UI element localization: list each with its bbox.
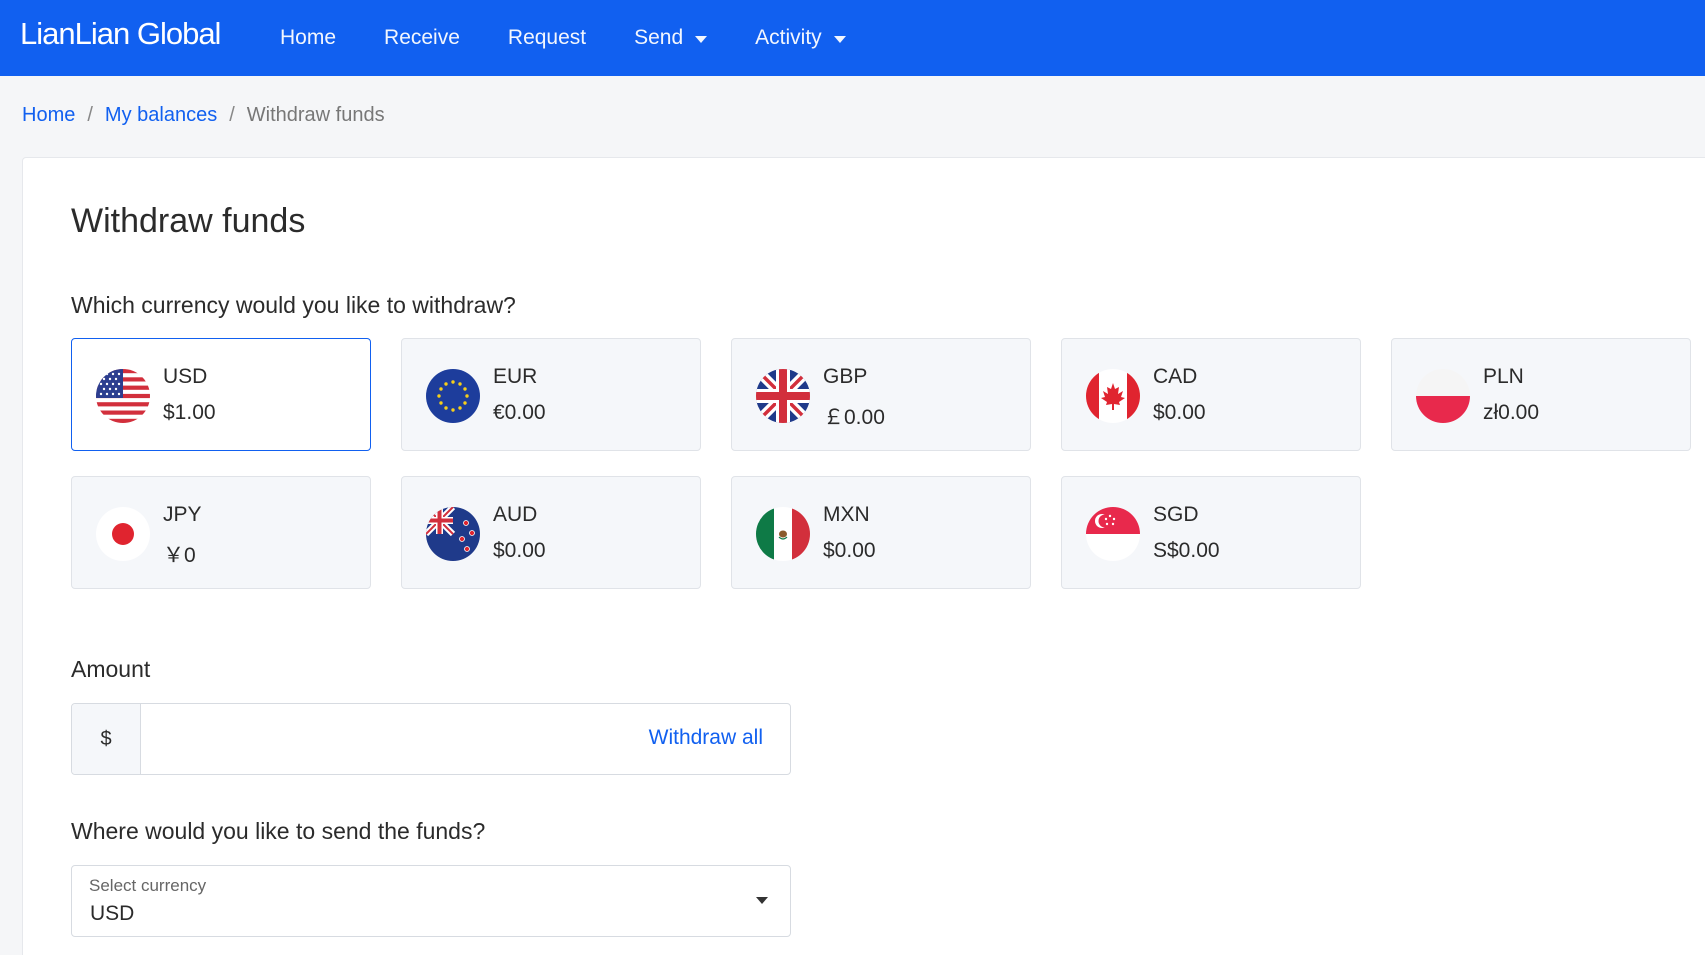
currency-balance: zł0.00 bbox=[1483, 401, 1540, 424]
currency-option-sgd[interactable]: SGD S$0.00 bbox=[1061, 476, 1361, 589]
breadcrumb-my-balances[interactable]: My balances bbox=[105, 104, 217, 127]
currency-question: Which currency would you like to withdra… bbox=[71, 292, 516, 318]
breadcrumb-current: Withdraw funds bbox=[246, 104, 385, 126]
select-value: USD bbox=[90, 902, 135, 925]
currency-code: CAD bbox=[1153, 365, 1198, 388]
select-label: Select currency bbox=[89, 876, 207, 895]
canada-flag-icon bbox=[1086, 369, 1140, 423]
currency-code: USD bbox=[163, 365, 208, 388]
currency-balance: S$0.00 bbox=[1153, 539, 1220, 562]
currency-option-aud[interactable]: AUD $0.00 bbox=[401, 476, 701, 589]
destination-currency-select[interactable]: Select currency USD bbox=[71, 865, 791, 937]
breadcrumb-home[interactable]: Home bbox=[22, 104, 75, 127]
currency-symbol-prefix: $ bbox=[72, 704, 141, 774]
currency-option-cad[interactable]: CAD $0.00 bbox=[1061, 338, 1361, 451]
nav-item-activity[interactable]: Activity bbox=[755, 26, 846, 50]
currency-option-gbp[interactable]: GBP ￡0.00 bbox=[731, 338, 1031, 451]
nav-item-request[interactable]: Request bbox=[508, 26, 586, 50]
currency-balance: €0.00 bbox=[493, 401, 546, 424]
us-flag-icon bbox=[96, 369, 150, 423]
amount-input[interactable] bbox=[142, 704, 622, 774]
uk-flag-icon bbox=[756, 369, 810, 423]
breadcrumb-separator: / bbox=[229, 104, 235, 126]
chevron-down-icon bbox=[695, 35, 708, 43]
amount-label: Amount bbox=[71, 656, 151, 682]
currency-code: AUD bbox=[493, 503, 538, 526]
currency-option-mxn[interactable]: MXN $0.00 bbox=[731, 476, 1031, 589]
currency-code: PLN bbox=[1483, 365, 1524, 388]
currency-code: MXN bbox=[823, 503, 870, 526]
top-navbar: LianLian Global Home Receive Request Sen… bbox=[0, 0, 1705, 76]
mexico-flag-icon bbox=[756, 507, 810, 561]
brand-logo[interactable]: LianLian Global bbox=[20, 16, 221, 52]
poland-flag-icon bbox=[1416, 369, 1470, 423]
breadcrumb-separator: / bbox=[87, 104, 93, 126]
destination-question: Where would you like to send the funds? bbox=[71, 818, 486, 844]
nav-item-send[interactable]: Send bbox=[634, 26, 708, 50]
currency-balance: $0.00 bbox=[493, 539, 546, 562]
currency-balance: ￡0.00 bbox=[823, 406, 885, 429]
breadcrumb: Home / My balances / Withdraw funds bbox=[22, 104, 385, 127]
currency-code: EUR bbox=[493, 365, 538, 388]
currency-option-jpy[interactable]: JPY ￥0 bbox=[71, 476, 371, 589]
amount-input-group: $ Withdraw all bbox=[71, 703, 791, 775]
withdraw-all-link[interactable]: Withdraw all bbox=[649, 726, 763, 750]
currency-balance: $0.00 bbox=[1153, 401, 1206, 424]
currency-option-eur[interactable]: EUR €0.00 bbox=[401, 338, 701, 451]
nav-item-home[interactable]: Home bbox=[280, 26, 336, 50]
australia-flag-icon bbox=[426, 507, 480, 561]
currency-balance: $0.00 bbox=[823, 539, 876, 562]
currency-code: JPY bbox=[163, 503, 202, 526]
nav-item-label: Home bbox=[280, 26, 337, 49]
currency-code: GBP bbox=[823, 365, 868, 388]
currency-balance: ￥0 bbox=[163, 544, 196, 567]
nav-item-label: Activity bbox=[755, 26, 822, 49]
currency-option-pln[interactable]: PLN zł0.00 bbox=[1391, 338, 1691, 451]
page-title: Withdraw funds bbox=[71, 202, 306, 240]
nav-menu: Home Receive Request Send Activity bbox=[280, 0, 894, 76]
chevron-down-icon bbox=[833, 35, 846, 43]
currency-balance: $1.00 bbox=[163, 401, 216, 424]
nav-item-label: Request bbox=[507, 26, 587, 49]
nav-item-receive[interactable]: Receive bbox=[384, 26, 460, 50]
chevron-down-icon bbox=[756, 897, 768, 904]
nav-item-label: Receive bbox=[384, 26, 460, 49]
nav-item-label: Send bbox=[634, 26, 684, 49]
currency-code: SGD bbox=[1153, 503, 1199, 526]
japan-flag-icon bbox=[96, 507, 150, 561]
eu-flag-icon bbox=[426, 369, 480, 423]
currency-option-usd[interactable]: USD $1.00 bbox=[71, 338, 371, 451]
singapore-flag-icon bbox=[1086, 507, 1140, 561]
withdraw-card: Withdraw funds Which currency would you … bbox=[22, 157, 1705, 955]
